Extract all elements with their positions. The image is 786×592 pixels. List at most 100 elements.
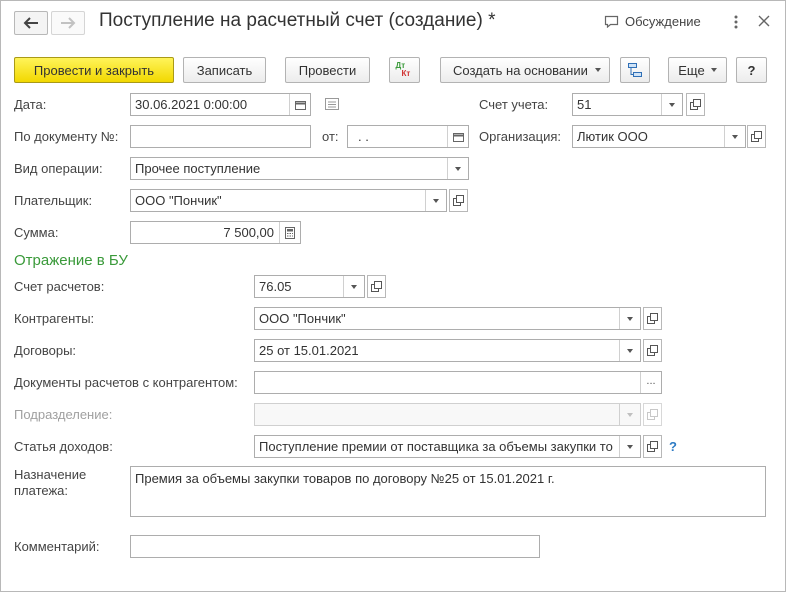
create-based-on-button[interactable]: Создать на основании [440, 57, 610, 83]
comment-field[interactable] [130, 535, 540, 558]
organization-open-button[interactable] [747, 125, 766, 148]
operation-type-value: Прочее поступление [135, 161, 261, 176]
select-ellipsis-button[interactable]: ... [640, 372, 661, 393]
payer-label: Плательщик: [14, 193, 93, 208]
operation-type-label: Вид операции: [14, 161, 103, 176]
income-help-link[interactable]: ? [669, 439, 677, 454]
department-open-button [643, 403, 662, 426]
sum-label: Сумма: [14, 225, 59, 240]
account-label: Счет учета: [479, 97, 549, 112]
dt-kt-button[interactable]: Дт Кт [389, 57, 420, 83]
post-and-close-button[interactable]: Провести и закрыть [14, 57, 174, 83]
payment-purpose-label-line2: платежа: [14, 483, 68, 498]
organization-value: Лютик ООО [577, 129, 648, 144]
doc-number-label: По документу №: [14, 129, 119, 144]
income-item-open-button[interactable] [643, 435, 662, 458]
payer-value: ООО "Пончик" [135, 193, 222, 208]
chevron-down-icon [594, 68, 601, 72]
forward-button[interactable] [51, 11, 85, 35]
account-field[interactable]: 51 [572, 93, 683, 116]
income-item-label: Статья доходов: [14, 439, 113, 454]
payer-open-button[interactable] [449, 189, 468, 212]
income-item-field[interactable]: Поступление премии от поставщика за объе… [254, 435, 641, 458]
contracts-open-button[interactable] [643, 339, 662, 362]
doc-date-label: от: [322, 129, 339, 144]
payment-purpose-textarea[interactable]: Премия за объемы закупки товаров по дого… [130, 466, 766, 517]
help-button[interactable]: ? [736, 57, 767, 83]
more-label: Еще [678, 62, 705, 78]
chevron-down-icon[interactable] [447, 158, 468, 179]
payment-purpose-label-line1: Назначение [14, 467, 87, 482]
settlement-account-field[interactable]: 76.05 [254, 275, 365, 298]
contractors-label: Контрагенты: [14, 311, 95, 326]
settlement-account-open-button[interactable] [367, 275, 386, 298]
more-menu-icon[interactable] [731, 13, 741, 31]
open-form-icon [751, 131, 762, 142]
organization-label: Организация: [479, 129, 562, 144]
contracts-label: Договоры: [14, 343, 77, 358]
date-field[interactable]: 30.06.2021 0:00:00 [130, 93, 311, 116]
doc-date-value: . . [358, 129, 369, 144]
save-button[interactable]: Записать [183, 57, 266, 83]
income-item-value: Поступление премии от поставщика за объе… [259, 439, 613, 454]
contractors-open-button[interactable] [643, 307, 662, 330]
hierarchy-icon [628, 63, 642, 77]
settlement-account-value: 76.05 [259, 279, 292, 294]
open-form-icon [647, 441, 658, 452]
contractors-value: ООО "Пончик" [259, 311, 346, 326]
chevron-down-icon[interactable] [425, 190, 446, 211]
chevron-down-icon[interactable] [619, 436, 640, 457]
open-form-icon [647, 409, 658, 420]
history-list-icon[interactable] [325, 98, 339, 113]
payer-field[interactable]: ООО "Пончик" [130, 189, 447, 212]
chevron-down-icon[interactable] [619, 308, 640, 329]
chevron-down-icon[interactable] [661, 94, 682, 115]
contractors-field[interactable]: ООО "Пончик" [254, 307, 641, 330]
back-button[interactable] [14, 11, 48, 35]
sum-field[interactable]: 7 500,00 [130, 221, 301, 244]
chevron-down-icon [619, 404, 640, 425]
operation-type-field[interactable]: Прочее поступление [130, 157, 469, 180]
payment-purpose-value: Премия за объемы закупки товаров по дого… [135, 471, 555, 486]
department-label: Подразделение: [14, 407, 113, 422]
date-value: 30.06.2021 0:00:00 [135, 97, 248, 112]
doc-number-field[interactable] [130, 125, 311, 148]
open-form-icon [647, 313, 658, 324]
section-title-bu: Отражение в БУ [14, 252, 128, 269]
open-form-icon [690, 99, 701, 110]
chevron-down-icon[interactable] [619, 340, 640, 361]
doc-date-field[interactable]: . . [347, 125, 469, 148]
discussion-link[interactable]: Обсуждение [604, 14, 701, 29]
account-open-button[interactable] [686, 93, 705, 116]
department-field [254, 403, 641, 426]
close-icon[interactable] [758, 15, 770, 30]
contracts-field[interactable]: 25 от 15.01.2021 [254, 339, 641, 362]
settlement-docs-field[interactable]: ... [254, 371, 662, 394]
open-form-icon [453, 195, 464, 206]
chat-bubble-icon [604, 15, 619, 28]
settlement-docs-label: Документы расчетов с контрагентом: [14, 375, 238, 390]
date-label: Дата: [14, 97, 47, 112]
sum-value: 7 500,00 [223, 225, 274, 240]
organization-field[interactable]: Лютик ООО [572, 125, 746, 148]
open-form-icon [647, 345, 658, 356]
dt-kt-icon: Дт Кт [396, 62, 414, 78]
open-form-icon [371, 281, 382, 292]
structure-button[interactable] [620, 57, 650, 83]
more-button[interactable]: Еще [668, 57, 727, 83]
arrow-right-icon [61, 17, 76, 29]
calculator-icon[interactable] [279, 222, 300, 243]
account-value: 51 [577, 97, 592, 112]
calendar-icon[interactable] [289, 94, 310, 115]
settlement-account-label: Счет расчетов: [14, 279, 105, 294]
chevron-down-icon[interactable] [724, 126, 745, 147]
chevron-down-icon [710, 68, 717, 72]
document-window: Поступление на расчетный счет (создание)… [0, 0, 786, 592]
kt-label: Кт [401, 69, 411, 78]
calendar-icon[interactable] [447, 126, 468, 147]
arrow-left-icon [23, 17, 38, 29]
post-button[interactable]: Провести [285, 57, 370, 83]
create-based-on-label: Создать на основании [453, 62, 588, 78]
chevron-down-icon[interactable] [343, 276, 364, 297]
discussion-label: Обсуждение [625, 14, 701, 29]
